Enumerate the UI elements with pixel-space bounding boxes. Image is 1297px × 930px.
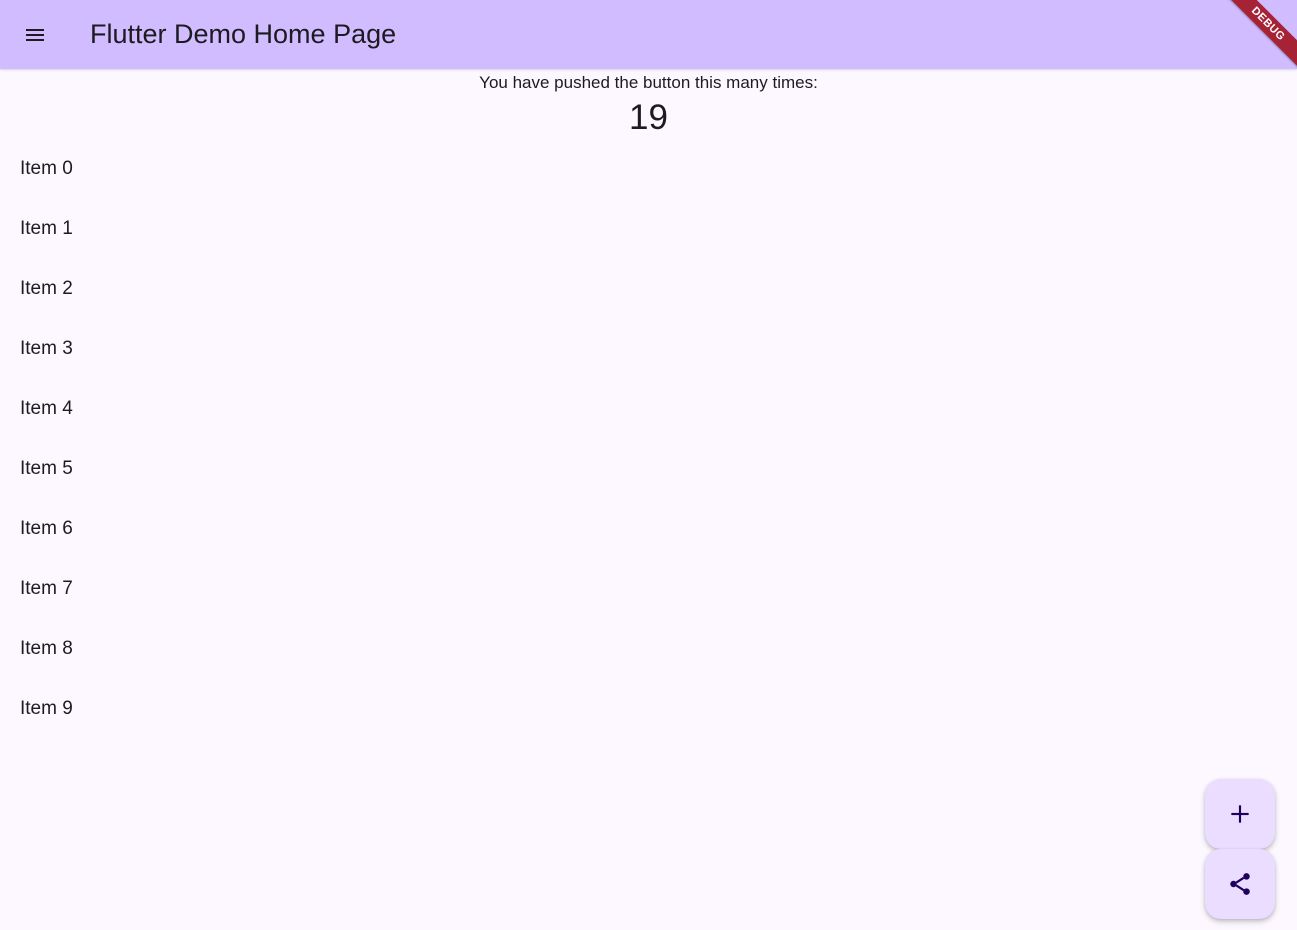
list-item[interactable]: Item 9 xyxy=(0,679,1297,739)
list-item[interactable]: Item 3 xyxy=(0,319,1297,379)
list-item[interactable]: Item 0 xyxy=(0,139,1297,199)
list-item[interactable]: Item 8 xyxy=(0,619,1297,679)
list-item[interactable]: Item 7 xyxy=(0,559,1297,619)
list-item[interactable]: Item 2 xyxy=(0,259,1297,319)
item-list: Item 0 Item 1 Item 2 Item 3 Item 4 Item … xyxy=(0,139,1297,739)
list-item[interactable]: Item 5 xyxy=(0,439,1297,499)
increment-button[interactable] xyxy=(1205,779,1275,849)
counter-value: 19 xyxy=(629,98,668,137)
list-item[interactable]: Item 1 xyxy=(0,199,1297,259)
page-title: Flutter Demo Home Page xyxy=(90,19,397,49)
menu-button[interactable] xyxy=(11,11,59,59)
share-button[interactable] xyxy=(1205,849,1275,919)
app-bar: Flutter Demo Home Page xyxy=(0,0,1297,69)
list-item[interactable]: Item 6 xyxy=(0,499,1297,559)
menu-icon xyxy=(26,29,44,41)
counter-label: You have pushed the button this many tim… xyxy=(479,73,818,92)
share-icon xyxy=(1230,873,1250,895)
app-window: Flutter Demo Home Page DEBUG You have pu… xyxy=(0,0,1297,930)
list-item[interactable]: Item 4 xyxy=(0,379,1297,439)
add-icon xyxy=(1231,805,1249,823)
